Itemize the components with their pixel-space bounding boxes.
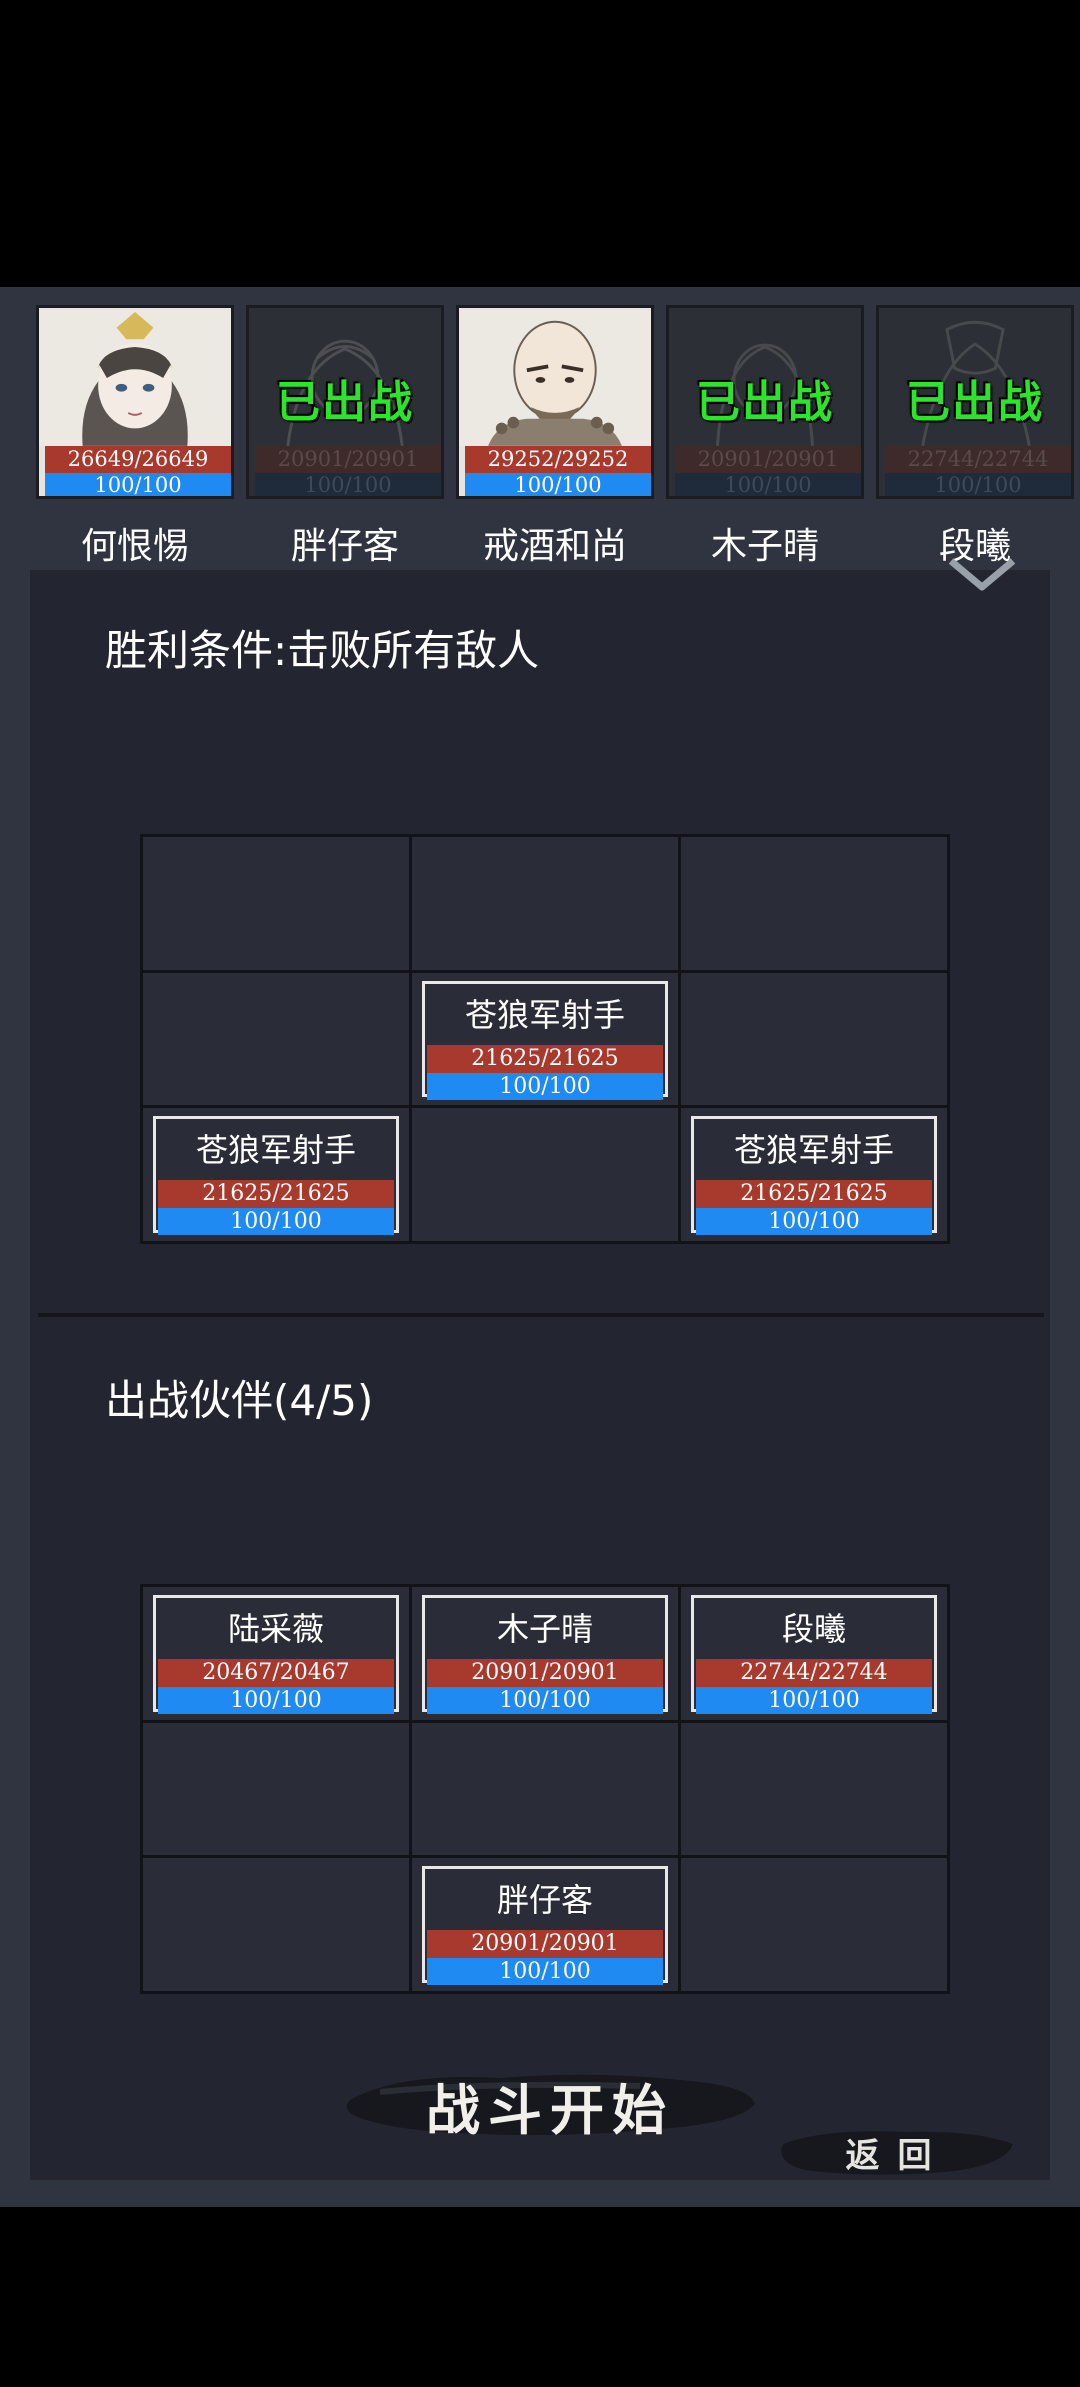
unit-hp-bar: 20467/20467 <box>158 1659 394 1687</box>
formation-cell[interactable] <box>143 1858 409 1991</box>
unit-mp-bar: 100/100 <box>158 1208 394 1236</box>
formation-cell <box>412 837 678 970</box>
hero-mp-bar: 100/100 <box>675 473 861 496</box>
hero-art-icon <box>39 310 231 446</box>
hero-mp-bar: 100/100 <box>465 473 651 496</box>
roster-hero[interactable]: 已出战 22744/22744 100/100 段曦 <box>876 305 1074 567</box>
unit-mp-bar: 100/100 <box>427 1958 663 1986</box>
hero-name: 何恨惕 <box>80 526 189 567</box>
unit-hp-bar: 20901/20901 <box>427 1930 663 1959</box>
start-battle-label: 战斗开始 <box>426 2078 674 2142</box>
hero-mp-bar: 100/100 <box>885 473 1071 496</box>
formation-cell <box>681 972 947 1106</box>
formation-cell: 苍狼军射手 21625/21625 100/100 <box>681 1108 947 1241</box>
unit-name: 苍狼军射手 <box>464 995 625 1034</box>
hero-hp-bar: 22744/22744 <box>885 446 1071 473</box>
unit-mp-bar: 100/100 <box>696 1687 932 1714</box>
formation-cell[interactable]: 段曦 22744/22744 100/100 <box>681 1587 947 1720</box>
formation-cell[interactable]: 陆采薇 20467/20467 100/100 <box>143 1587 409 1720</box>
unit-hp-bar: 22744/22744 <box>696 1659 932 1687</box>
formation-cell <box>681 837 947 970</box>
hero-portrait: 已出战 20901/20901 100/100 <box>246 305 444 499</box>
formation-cell <box>143 837 409 970</box>
roster-hero[interactable]: 26649/26649 100/100 何恨惕 <box>36 305 234 567</box>
back-label: 返回 <box>845 2136 950 2176</box>
unit-hp-bar: 21625/21625 <box>427 1044 663 1073</box>
chevron-down-icon[interactable] <box>945 555 1019 595</box>
party-unit-card[interactable]: 木子晴 20901/20901 100/100 <box>422 1595 668 1714</box>
unit-hp-bar: 20901/20901 <box>427 1659 663 1687</box>
start-battle-button[interactable]: 战斗开始 <box>340 2052 760 2152</box>
unit-hp-bar: 21625/21625 <box>696 1180 932 1209</box>
deployed-tag: 已出战 <box>276 377 414 428</box>
formation-cell[interactable]: 胖仔客 20901/20901 100/100 <box>412 1858 678 1991</box>
section-divider <box>38 1313 1044 1317</box>
enemy-formation-grid: 苍狼军射手 21625/21625 100/100 苍狼军射手 21625/21… <box>140 834 950 1244</box>
formation-cell[interactable]: 木子晴 20901/20901 100/100 <box>412 1587 678 1720</box>
unit-mp-bar: 100/100 <box>427 1687 663 1714</box>
victory-condition: 胜利条件:击败所有敌人 <box>105 626 540 675</box>
unit-name: 段曦 <box>781 1610 846 1648</box>
hero-hp-bar: 20901/20901 <box>255 446 441 473</box>
unit-mp-bar: 100/100 <box>158 1687 394 1714</box>
battle-setup-screen: 26649/26649 100/100 何恨惕 已出战 20901/20901 … <box>0 287 1080 2207</box>
hero-name: 戒酒和尚 <box>482 526 627 567</box>
hero-portrait: 已出战 22744/22744 100/100 <box>876 305 1074 499</box>
formation-cell <box>412 1108 678 1241</box>
hero-portrait: 已出战 20901/20901 100/100 <box>666 305 864 499</box>
formation-cell[interactable] <box>681 1722 947 1856</box>
back-button[interactable]: 返回 <box>775 2114 1020 2184</box>
deployed-tag: 已出战 <box>906 377 1044 428</box>
hero-name: 木子晴 <box>710 526 819 567</box>
hero-mp-bar: 100/100 <box>45 473 231 496</box>
formation-cell: 苍狼军射手 21625/21625 100/100 <box>412 972 678 1106</box>
roster-hero[interactable]: 已出战 20901/20901 100/100 木子晴 <box>666 305 864 567</box>
enemy-unit-card[interactable]: 苍狼军射手 21625/21625 100/100 <box>153 1116 399 1236</box>
party-unit-card[interactable]: 胖仔客 20901/20901 100/100 <box>422 1866 668 1986</box>
party-formation-grid: 陆采薇 20467/20467 100/100 木子晴 20901/20901 … <box>140 1584 950 1994</box>
enemy-unit-card[interactable]: 苍狼军射手 21625/21625 100/100 <box>422 980 668 1100</box>
unit-name: 苍狼军射手 <box>195 1131 356 1170</box>
hero-portrait: 26649/26649 100/100 <box>36 305 234 499</box>
unit-name: 木子晴 <box>496 1610 593 1648</box>
unit-name: 胖仔客 <box>496 1881 593 1920</box>
formation-cell <box>143 972 409 1106</box>
deployed-tag: 已出战 <box>696 377 834 428</box>
unit-mp-bar: 100/100 <box>427 1072 663 1100</box>
unit-hp-bar: 21625/21625 <box>158 1180 394 1209</box>
party-title: 出战伙伴(4/5) <box>105 1376 374 1425</box>
party-unit-card[interactable]: 陆采薇 20467/20467 100/100 <box>153 1595 399 1714</box>
hero-mp-bar: 100/100 <box>255 473 441 496</box>
formation-cell[interactable] <box>143 1722 409 1856</box>
hero-name: 胖仔客 <box>290 526 399 567</box>
hero-hp-bar: 20901/20901 <box>675 446 861 473</box>
hero-hp-bar: 26649/26649 <box>45 446 231 473</box>
roster-hero[interactable]: 已出战 20901/20901 100/100 胖仔客 <box>246 305 444 567</box>
unit-name: 苍狼军射手 <box>733 1131 894 1170</box>
hero-hp-bar: 29252/29252 <box>465 446 651 473</box>
hero-roster: 26649/26649 100/100 何恨惕 已出战 20901/20901 … <box>18 305 1080 567</box>
unit-name: 陆采薇 <box>227 1610 324 1648</box>
enemy-unit-card[interactable]: 苍狼军射手 21625/21625 100/100 <box>691 1116 937 1236</box>
formation-cell[interactable] <box>681 1858 947 1991</box>
roster-hero[interactable]: 29252/29252 100/100 戒酒和尚 <box>456 305 654 567</box>
formation-cell[interactable] <box>412 1722 678 1856</box>
hero-art-icon <box>459 310 651 446</box>
formation-cell: 苍狼军射手 21625/21625 100/100 <box>143 1108 409 1241</box>
hero-portrait: 29252/29252 100/100 <box>456 305 654 499</box>
party-unit-card[interactable]: 段曦 22744/22744 100/100 <box>691 1595 937 1714</box>
unit-mp-bar: 100/100 <box>696 1208 932 1236</box>
